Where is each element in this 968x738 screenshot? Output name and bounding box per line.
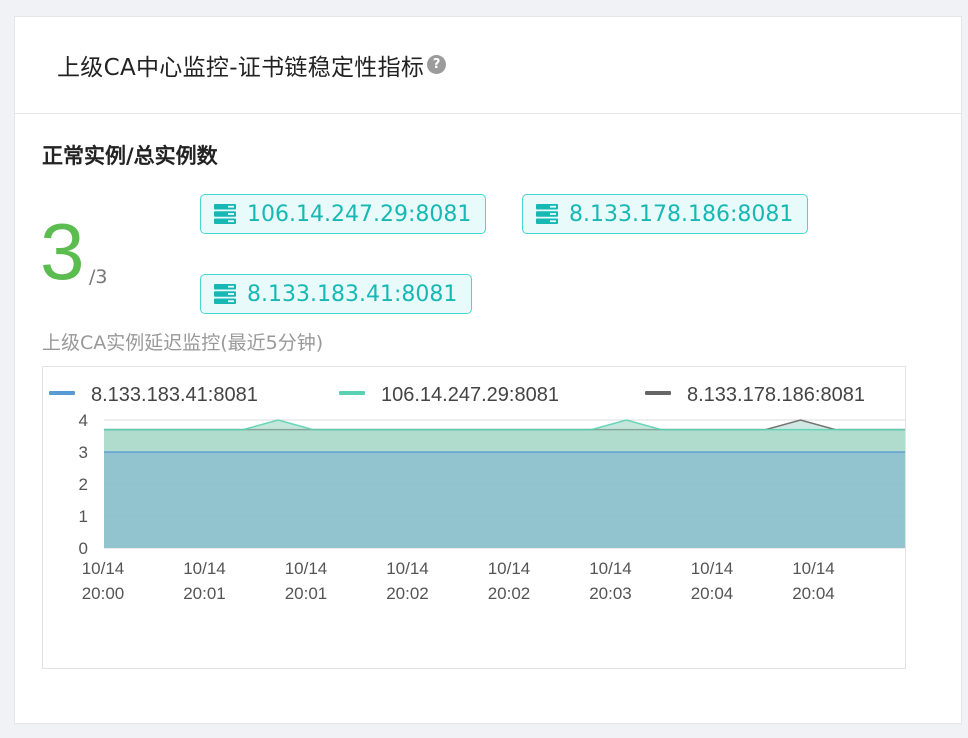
latency-chart: 0 1 2 3 4 10/14 20:00 10/14 20:01 10/14 20:01 10/14… — [42, 366, 906, 669]
panel-header: 上级CA中心监控-证书链稳定性指标 ? — [15, 17, 961, 114]
server-icon — [214, 204, 236, 224]
series-area — [104, 452, 905, 548]
legend-swatch — [645, 391, 671, 395]
legend-label: 8.133.178.186:8081 — [687, 384, 865, 406]
x-tick-label: 10/14 20:03 — [589, 559, 632, 603]
x-tick-label: 10/14 20:04 — [691, 559, 734, 603]
legend-label: 106.14.247.29:8081 — [381, 384, 559, 406]
instance-address: 106.14.247.29:8081 — [247, 201, 472, 227]
chart-subtitle: 上级CA实例延迟监控(最近5分钟) — [42, 332, 324, 354]
x-tick-label: 10/14 20:04 — [792, 559, 835, 603]
y-tick-label: 0 — [79, 539, 88, 558]
total-instance-count: /3 — [89, 266, 108, 288]
server-icon — [214, 284, 236, 304]
panel-title: 上级CA中心监控-证书链稳定性指标 — [57, 55, 425, 81]
section-title: 正常实例/总实例数 — [42, 144, 218, 168]
question-circle-icon[interactable]: ? — [427, 54, 447, 74]
legend-swatch — [339, 391, 365, 395]
y-tick-label: 4 — [79, 411, 88, 430]
instance-address: 8.133.178.186:8081 — [569, 201, 794, 227]
y-tick-label: 3 — [79, 443, 88, 462]
instance-tag[interactable]: 8.133.178.186:8081 — [522, 194, 809, 234]
y-tick-label: 1 — [79, 507, 88, 526]
legend-label: 8.133.183.41:8081 — [91, 384, 258, 406]
x-tick-label: 10/14 20:00 — [82, 559, 125, 603]
x-tick-label: 10/14 20:01 — [183, 559, 226, 603]
x-tick-label: 10/14 20:02 — [488, 559, 531, 603]
instance-tag[interactable]: 8.133.183.41:8081 — [200, 274, 473, 314]
x-tick-label: 10/14 20:01 — [285, 559, 328, 603]
legend-swatch — [49, 391, 75, 395]
server-icon — [536, 204, 558, 224]
latency-chart-svg: 0 1 2 3 4 10/14 20:00 10/14 20:01 10/14 20:01 10/14… — [49, 384, 905, 603]
x-tick-label: 10/14 20:02 — [386, 559, 429, 603]
y-tick-label: 2 — [79, 475, 88, 494]
healthy-instance-count: 3 — [40, 207, 85, 296]
instance-tag[interactable]: 106.14.247.29:8081 — [200, 194, 487, 234]
instance-address: 8.133.183.41:8081 — [247, 281, 458, 307]
